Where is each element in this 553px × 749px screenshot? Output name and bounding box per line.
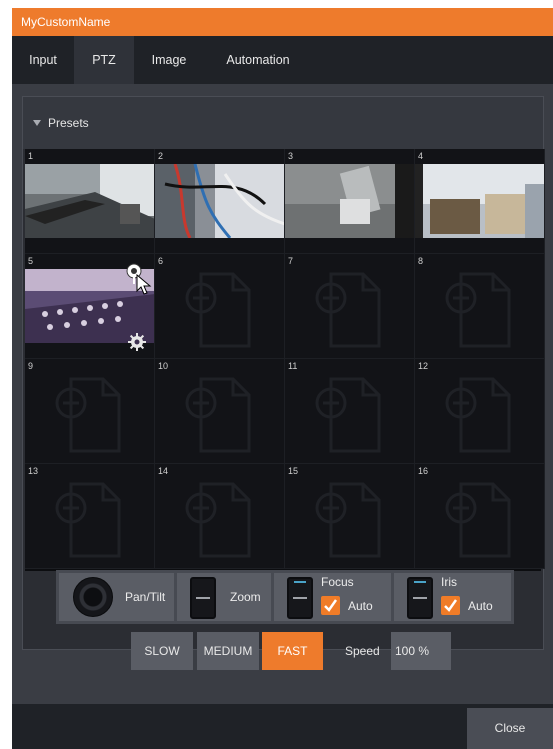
preset-slot[interactable]: 12	[415, 359, 545, 464]
preset-number: 6	[158, 256, 164, 266]
preset-number: 12	[418, 361, 429, 371]
zoom-group: Zoom	[177, 573, 271, 621]
preset-thumbnail	[285, 164, 414, 238]
add-preset-icon	[445, 377, 511, 453]
preset-number: 4	[418, 151, 424, 161]
preset-slot[interactable]: 2	[155, 149, 285, 254]
add-preset-icon	[55, 377, 121, 453]
zoom-label: Zoom	[230, 590, 261, 604]
add-preset-icon	[55, 482, 121, 558]
preset-number: 9	[28, 361, 34, 371]
footer-bar: Close	[12, 704, 553, 749]
preset-slot[interactable]: 4	[415, 149, 545, 254]
preset-slot[interactable]: 15	[285, 464, 415, 569]
preset-number: 15	[288, 466, 299, 476]
preset-slot[interactable]: 13	[25, 464, 155, 569]
preset-slot[interactable]: 8	[415, 254, 545, 359]
speed-value-input[interactable]: 100 %	[391, 632, 451, 670]
preset-slot[interactable]: 9	[25, 359, 155, 464]
speed-fast-button[interactable]: FAST	[262, 632, 323, 670]
rocker-indicator	[294, 581, 306, 583]
preset-slot[interactable]: 10	[155, 359, 285, 464]
iris-rocker[interactable]	[407, 577, 433, 619]
preset-number: 10	[158, 361, 169, 371]
preset-number: 14	[158, 466, 169, 476]
preset-slot[interactable]: 1	[25, 149, 155, 254]
iris-label: Iris	[441, 575, 457, 589]
preset-slot[interactable]: 14	[155, 464, 285, 569]
tab-automation[interactable]: Automation	[204, 36, 312, 84]
window-title: MyCustomName	[21, 15, 111, 29]
add-preset-icon	[315, 272, 381, 348]
zoom-rocker[interactable]	[190, 577, 216, 619]
preset-slot[interactable]: 6	[155, 254, 285, 359]
preset-number: 8	[418, 256, 424, 266]
gear-icon[interactable]	[128, 333, 146, 351]
preset-slot[interactable]: 3	[285, 149, 415, 254]
pan-tilt-group: Pan/Tilt	[59, 573, 174, 621]
presets-panel: Presets 1 2 3 4 5 6 7 8 9 10 11 12 13 14…	[22, 96, 545, 650]
add-preset-icon	[185, 272, 251, 348]
focus-auto-label: Auto	[348, 599, 373, 613]
focus-auto-checkbox[interactable]	[321, 596, 340, 615]
preset-number: 3	[288, 151, 294, 161]
preset-slot[interactable]: 5	[25, 254, 155, 359]
ptz-config-window: MyCustomName Input PTZ Image Automation …	[12, 8, 553, 749]
focus-group: Focus Auto	[274, 573, 391, 621]
add-preset-icon	[185, 482, 251, 558]
checkmark-icon	[324, 599, 338, 612]
pan-tilt-joystick[interactable]	[73, 577, 113, 617]
mouse-pointer-icon	[136, 274, 152, 295]
focus-label: Focus	[321, 575, 354, 589]
speed-medium-button[interactable]: MEDIUM	[197, 632, 259, 670]
tab-input[interactable]: Input	[12, 36, 74, 84]
preset-thumbnail	[155, 164, 284, 238]
preset-thumbnail	[25, 164, 154, 238]
add-preset-icon	[445, 272, 511, 348]
tab-bar: Input PTZ Image Automation	[12, 36, 553, 84]
speed-row: SLOW MEDIUM FAST Speed 100 %	[12, 632, 553, 672]
speed-slow-button[interactable]: SLOW	[131, 632, 193, 670]
preset-slot[interactable]: 16	[415, 464, 545, 569]
iris-auto-label: Auto	[468, 599, 493, 613]
tab-image[interactable]: Image	[134, 36, 204, 84]
preset-number: 7	[288, 256, 294, 266]
preset-number: 5	[28, 256, 34, 266]
add-preset-icon	[315, 482, 381, 558]
add-preset-icon	[445, 482, 511, 558]
iris-auto-checkbox[interactable]	[441, 596, 460, 615]
preset-number: 2	[158, 151, 164, 161]
add-preset-icon	[185, 377, 251, 453]
presets-grid: 1 2 3 4 5 6 7 8 9 10 11 12 13 14 15 16	[25, 149, 545, 571]
iris-group: Iris Auto	[394, 573, 511, 621]
checkmark-icon	[444, 599, 458, 612]
rocker-indicator	[414, 581, 426, 583]
preset-thumbnail	[415, 164, 544, 238]
pan-tilt-label: Pan/Tilt	[125, 590, 166, 604]
focus-rocker[interactable]	[287, 577, 313, 619]
preset-number: 1	[28, 151, 34, 161]
preset-number: 13	[28, 466, 39, 476]
ptz-content: Presets 1 2 3 4 5 6 7 8 9 10 11 12 13 14…	[12, 84, 553, 704]
add-preset-icon	[315, 377, 381, 453]
title-bar[interactable]: MyCustomName	[12, 8, 553, 36]
preset-slot[interactable]: 11	[285, 359, 415, 464]
presets-title: Presets	[48, 116, 89, 130]
speed-label: Speed	[345, 644, 380, 658]
close-button[interactable]: Close	[467, 708, 553, 749]
preset-slot[interactable]: 7	[285, 254, 415, 359]
collapse-arrow-icon[interactable]	[33, 120, 41, 126]
preset-number: 11	[288, 361, 298, 371]
ptz-controls: Pan/Tilt Zoom Focus Auto Iris Auto	[56, 570, 514, 624]
tab-ptz[interactable]: PTZ	[74, 36, 134, 84]
preset-number: 16	[418, 466, 429, 476]
presets-header[interactable]: Presets	[23, 97, 543, 149]
